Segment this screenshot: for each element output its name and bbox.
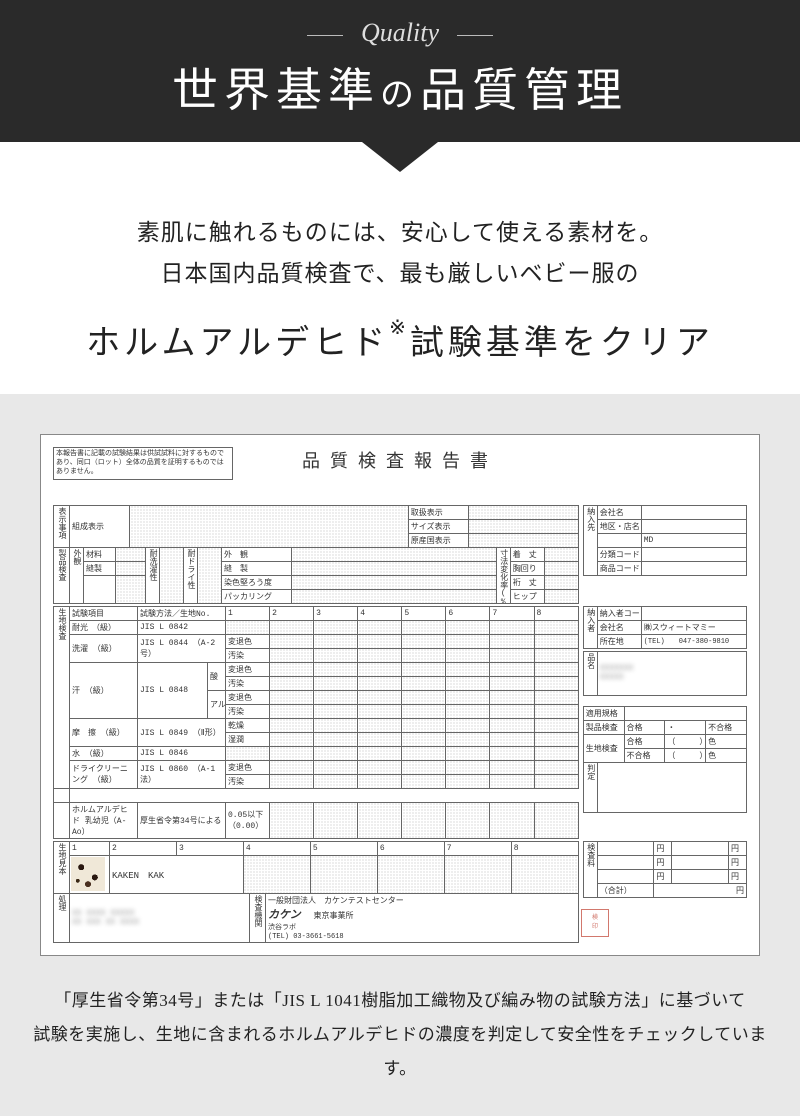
stamp-icon: 検印	[581, 909, 609, 937]
company-info-table: 納入先会社名 地区・店名 MD 分類コード 商品コード	[583, 505, 747, 576]
product-name-table: 品名XXXXXXXXXXXX	[583, 651, 747, 696]
fee-table: 検査料円円 円円 円円 （合計）円	[583, 841, 747, 898]
judge-table: 判定	[583, 762, 747, 813]
sample-table: 生地見本 12345678 KAKEN KAK	[53, 841, 579, 894]
kaken-logo: カケン	[268, 910, 301, 922]
fabric-swatch-icon	[71, 857, 105, 891]
intro-line-2: 日本国内品質検査で、最も厳しいベビー服の	[20, 253, 780, 294]
disclaimer: 本報告書に記載の試験結果は供試試料に対するものであり、同口（ロット）全体の品質を…	[53, 447, 233, 480]
spec-table: 適用規格 製品検査合格・不合格 生地検査合格（ ）色 不合格（ ）色	[583, 706, 747, 763]
process-table: 処理 XX XXXX XXXXXXX XXX XX XXXX 検査機関 一般財団…	[53, 893, 579, 943]
product-inspect-table: 製品検査 外観 材料 耐洗濯性 耐ドライ性 外 観 寸法変化率(%) 着 丈	[53, 547, 579, 604]
inspection-report: 本報告書に記載の試験結果は供試試料に対するものであり、同口（ロット）全体の品質を…	[40, 434, 760, 956]
supplier-table: 納入者納入者コード 会社名㈱スウィートマミー 所在地(TEL) 047-380-…	[583, 606, 747, 649]
triangle-down-icon	[362, 142, 438, 172]
hero-banner: Quality 世界基準の品質管理	[0, 0, 800, 142]
main-title: 世界基準の品質管理	[0, 54, 800, 120]
intro-line-1: 素肌に触れるものには、安心して使える素材を。	[20, 212, 780, 253]
display-items-table: 表示事項 組成表示 取扱表示 サイズ表示 原産国表示	[53, 505, 579, 548]
fabric-test-table: 生地検査 試験項目 試験方法／生地No. 12345678 耐光 （級）JIS …	[53, 606, 579, 839]
quality-script: Quality	[343, 18, 457, 48]
intro-headline: ホルムアルデヒド※試験基準をクリア	[20, 315, 780, 364]
report-container: 本報告書に記載の試験結果は供試試料に対するものであり、同口（ロット）全体の品質を…	[0, 394, 800, 984]
intro-block: 素肌に触れるものには、安心して使える素材を。 日本国内品質検査で、最も厳しいベビ…	[0, 172, 800, 394]
